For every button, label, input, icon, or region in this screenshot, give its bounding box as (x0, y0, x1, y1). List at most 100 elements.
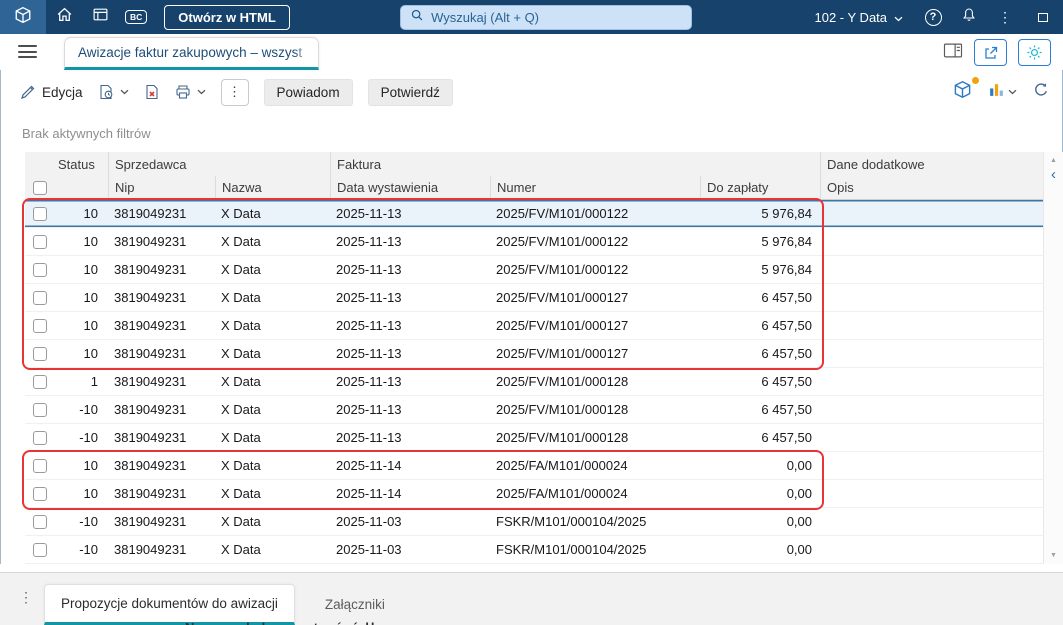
page-tab-row: Awizacje faktur zakupowych – wszyst (0, 34, 1063, 70)
edit-pencil-icon (20, 84, 36, 100)
cell-nip: 3819049231 (114, 486, 187, 501)
row-checkbox[interactable] (33, 543, 47, 558)
bottom-part-panel: ⋮ Propozycje dokumentów do awizacji Załą… (0, 572, 1063, 625)
row-checkbox[interactable] (33, 207, 47, 222)
cell-nip: 3819049231 (114, 430, 187, 445)
table-row[interactable]: 10 3819049231 X Data 2025-11-14 2025/FA/… (25, 480, 1043, 508)
table-row[interactable]: -10 3819049231 X Data 2025-11-13 2025/FV… (25, 424, 1043, 452)
help-button[interactable]: ? (915, 0, 951, 34)
row-checkbox[interactable] (33, 291, 47, 306)
row-checkbox[interactable] (33, 347, 47, 362)
table-row[interactable]: 10 3819049231 X Data 2025-11-13 2025/FV/… (25, 284, 1043, 312)
column-header-do-zaplaty[interactable]: Do zapłaty (700, 176, 820, 199)
row-checkbox[interactable] (33, 431, 47, 446)
nav-menu-button[interactable] (18, 45, 37, 58)
factbox-layout-button[interactable] (943, 42, 963, 64)
home-button[interactable] (46, 0, 82, 34)
more-options-button[interactable]: ⋮ (220, 78, 249, 106)
search-input[interactable] (431, 9, 683, 25)
cell-status: 10 (83, 262, 98, 277)
related-entity-button[interactable] (953, 77, 979, 104)
copilot-button[interactable] (1018, 39, 1051, 66)
cell-data-wystawienia: 2025-11-14 (336, 486, 402, 501)
group-header-faktura[interactable]: Faktura (330, 152, 820, 176)
column-header-data-wystawienia[interactable]: Data wystawienia (330, 176, 490, 199)
table-row[interactable]: 10 3819049231 X Data 2025-11-14 2025/FA/… (25, 452, 1043, 480)
row-checkbox[interactable] (33, 515, 47, 530)
cell-numer: 2025/FV/M101/000122 (496, 206, 629, 221)
open-in-html-button[interactable]: Otwórz w HTML (164, 4, 290, 30)
cell-status: 10 (83, 346, 98, 361)
group-header-dane-dodatkowe[interactable]: Dane dodatkowe (820, 152, 1043, 176)
table-row[interactable]: 10 3819049231 X Data 2025-11-13 2025/FV/… (25, 256, 1043, 284)
layout-panel-icon (943, 42, 963, 64)
chevron-down-icon (894, 10, 903, 25)
row-checkbox[interactable] (33, 263, 47, 278)
table-row[interactable]: 10 3819049231 X Data 2025-11-13 2025/FV/… (25, 228, 1043, 256)
share-button[interactable] (974, 39, 1007, 66)
cell-do-zaplaty: 6 457,50 (761, 318, 812, 333)
cell-do-zaplaty: 6 457,50 (761, 346, 812, 361)
column-header-numer[interactable]: Numer (490, 176, 700, 199)
table-row[interactable]: -10 3819049231 X Data 2025-11-03 FSKR/M1… (25, 536, 1043, 564)
help-icon: ? (924, 8, 942, 26)
group-header-status[interactable]: Status (55, 152, 108, 176)
maximize-button[interactable] (1023, 0, 1063, 34)
maximize-icon (1038, 12, 1049, 22)
cell-nazwa: X Data (221, 206, 261, 221)
refresh-button[interactable] (1033, 82, 1049, 103)
delete-document-button[interactable] (144, 84, 160, 100)
table-row[interactable]: -10 3819049231 X Data 2025-11-03 FSKR/M1… (25, 508, 1043, 536)
table-row[interactable]: -10 3819049231 X Data 2025-11-13 2025/FV… (25, 396, 1043, 424)
table-row[interactable]: 10 3819049231 X Data 2025-11-13 2025/FV/… (25, 312, 1043, 340)
select-all-checkbox[interactable] (33, 180, 47, 195)
global-search[interactable] (400, 4, 693, 30)
part-menu-button[interactable]: ⋮ (19, 589, 33, 606)
group-header-sprzedawca[interactable]: Sprzedawca (108, 152, 330, 176)
bar-chart-icon (988, 81, 1005, 103)
table-row[interactable]: 1 3819049231 X Data 2025-11-13 2025/FV/M… (25, 368, 1043, 396)
column-header-opis[interactable]: Opis (820, 176, 1043, 199)
row-checkbox[interactable] (33, 235, 47, 250)
analysis-button[interactable] (988, 81, 1017, 103)
cell-status: -10 (79, 542, 98, 557)
cell-nip: 3819049231 (114, 542, 187, 557)
cell-nip: 3819049231 (114, 206, 187, 221)
cell-data-wystawienia: 2025-11-13 (336, 430, 402, 445)
column-header-nip[interactable]: Nip (108, 176, 215, 199)
right-rail: ▲ ‹ ▼ (1043, 152, 1063, 564)
document-history-button[interactable] (98, 84, 129, 100)
cell-nazwa: X Data (221, 458, 261, 473)
pages-button[interactable] (82, 0, 118, 34)
settings-menu-button[interactable]: ⋮ (987, 0, 1023, 34)
cell-numer: 2025/FA/M101/000024 (496, 486, 628, 501)
factbox-collapse-icon[interactable]: ‹ (1044, 167, 1063, 182)
bottom-tab-zalaczniki[interactable]: Załączniki (319, 584, 391, 625)
cell-nazwa: X Data (221, 486, 261, 501)
table-row[interactable]: 10 3819049231 X Data 2025-11-13 2025/FV/… (25, 340, 1043, 368)
column-header-nazwa[interactable]: Nazwa (215, 176, 330, 199)
cell-nazwa: X Data (221, 374, 261, 389)
cell-nazwa: X Data (221, 430, 261, 445)
app-launcher-button[interactable] (0, 0, 46, 34)
notify-button[interactable]: Powiadom (263, 78, 353, 106)
notifications-button[interactable] (951, 0, 987, 34)
cell-status: 10 (83, 234, 98, 249)
page-tab[interactable]: Awizacje faktur zakupowych – wszyst (64, 37, 320, 70)
row-checkbox[interactable] (33, 487, 47, 502)
row-checkbox[interactable] (33, 375, 47, 390)
bc-badge[interactable]: BC (125, 9, 148, 25)
scroll-up-icon[interactable]: ▲ (1044, 157, 1063, 164)
row-checkbox[interactable] (33, 459, 47, 474)
table-row[interactable]: 10 3819049231 X Data 2025-11-13 2025/FV/… (25, 200, 1043, 228)
cell-do-zaplaty: 5 976,84 (761, 262, 812, 277)
edit-button[interactable]: Edycja (20, 84, 83, 100)
bottom-tab-propozycje[interactable]: Propozycje dokumentów do awizacji (44, 584, 295, 625)
company-selector[interactable]: 102 - Y Data (803, 0, 916, 34)
row-checkbox[interactable] (33, 319, 47, 334)
confirm-button[interactable]: Potwierdź (367, 78, 453, 106)
row-checkbox[interactable] (33, 403, 47, 418)
scroll-down-icon[interactable]: ▼ (1044, 552, 1063, 559)
print-button[interactable] (175, 84, 206, 100)
cell-nazwa: X Data (221, 402, 261, 417)
